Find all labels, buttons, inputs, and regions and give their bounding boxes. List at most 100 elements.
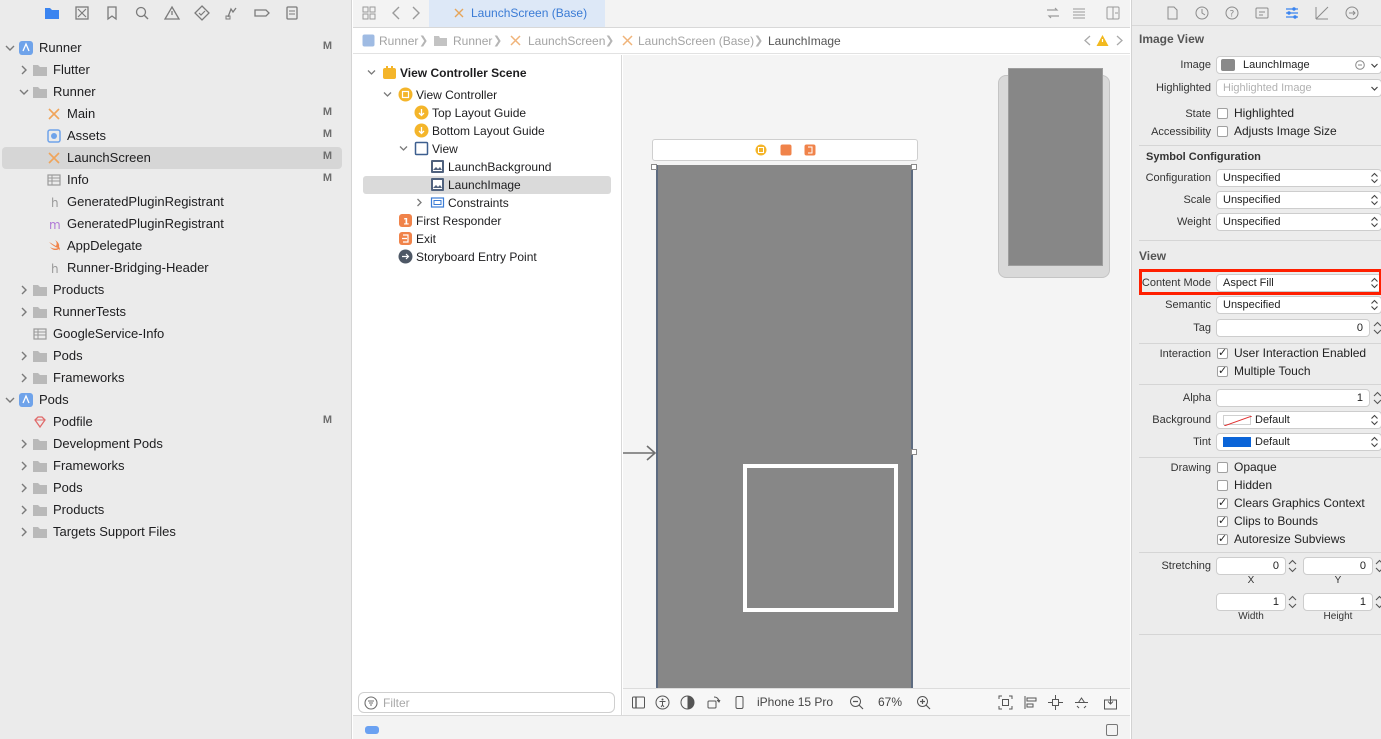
nav-item-pods-pods[interactable]: Pods	[2, 477, 342, 499]
chevron-right-icon[interactable]	[18, 504, 30, 516]
zoom-out-icon[interactable]	[849, 695, 864, 710]
checkbox[interactable]	[1217, 532, 1228, 545]
nav-item-pods-project[interactable]: Pods	[2, 389, 342, 411]
outline-item-view-controller-scene[interactable]: View Controller Scene	[363, 64, 611, 82]
connections-inspector-icon[interactable]	[1344, 5, 1360, 21]
nav-item-targets-support-files[interactable]: Targets Support Files	[2, 521, 342, 543]
add-constraints-icon[interactable]	[1048, 695, 1063, 710]
checkbox[interactable]	[1217, 126, 1228, 137]
weight-select[interactable]: Unspecified	[1216, 213, 1381, 231]
align-icon[interactable]	[1023, 695, 1038, 710]
minimap-viewport[interactable]	[1008, 68, 1103, 266]
source-control-icon[interactable]	[73, 4, 91, 22]
toggle-outline-icon[interactable]	[631, 695, 646, 710]
chevron-down-icon[interactable]	[1370, 82, 1379, 94]
stretch-width-field[interactable]: 1	[1216, 593, 1286, 611]
outline-item-exit[interactable]: Exit	[363, 230, 611, 248]
report-icon[interactable]	[283, 4, 301, 22]
breakpoint-icon[interactable]	[253, 4, 271, 22]
debug-icon[interactable]	[223, 4, 241, 22]
resize-handle[interactable]	[911, 449, 917, 455]
stretch-y-stepper[interactable]	[1374, 557, 1381, 575]
device-icon[interactable]	[732, 695, 747, 710]
chevron-down-icon[interactable]	[366, 67, 377, 78]
configuration-select[interactable]: Unspecified	[1216, 169, 1381, 187]
checkbox[interactable]	[1217, 364, 1228, 377]
filter-input[interactable]	[383, 695, 603, 710]
nav-item-generatedpluginregistrant-h[interactable]: h GeneratedPluginRegistrant	[2, 191, 342, 213]
checkbox[interactable]	[1217, 514, 1228, 527]
help-inspector-icon[interactable]: ?	[1224, 5, 1240, 21]
embed-in-icon[interactable]	[1103, 695, 1118, 710]
nav-item-launchscreen[interactable]: LaunchScreen M	[2, 147, 342, 169]
orientation-icon[interactable]	[706, 695, 721, 710]
add-editor-icon[interactable]	[1105, 5, 1121, 21]
chevron-down-icon[interactable]	[382, 89, 393, 100]
lines-icon[interactable]	[1071, 5, 1087, 21]
nav-item-runner-project[interactable]: Runner M	[2, 37, 342, 59]
chevron-down-icon[interactable]	[4, 394, 16, 406]
chevron-right-icon[interactable]	[18, 482, 30, 494]
checkbox[interactable]	[1217, 108, 1228, 119]
breadcrumb-item[interactable]: LaunchScreen (Base)	[638, 34, 754, 48]
nav-item-appdelegate[interactable]: AppDelegate	[2, 235, 342, 257]
folder-icon[interactable]	[43, 4, 61, 22]
resize-handle[interactable]	[911, 164, 917, 170]
stretch-height-field[interactable]: 1	[1303, 593, 1373, 611]
zoom-in-icon[interactable]	[916, 695, 931, 710]
device-name[interactable]: iPhone 15 Pro	[757, 695, 833, 709]
outline-item-constraints[interactable]: Constraints	[363, 194, 611, 212]
outline-item-launchbackground[interactable]: LaunchBackground	[363, 158, 611, 176]
outline-item-launchimage[interactable]: LaunchImage	[363, 176, 611, 194]
next-issue-icon[interactable]	[1112, 34, 1125, 47]
nav-item-runner-folder[interactable]: Runner	[2, 81, 342, 103]
nav-item-development-pods[interactable]: Development Pods	[2, 433, 342, 455]
nav-item-main[interactable]: Main M	[2, 103, 342, 125]
chevron-right-icon[interactable]	[18, 350, 30, 362]
launch-screen-view[interactable]	[656, 165, 913, 688]
update-frames-icon[interactable]	[998, 695, 1013, 710]
warning-icon[interactable]	[1096, 34, 1109, 47]
breadcrumb-item-current[interactable]: LaunchImage	[768, 34, 841, 48]
nav-item-info[interactable]: Info M	[2, 169, 342, 191]
test-icon[interactable]	[193, 4, 211, 22]
nav-item-assets[interactable]: Assets M	[2, 125, 342, 147]
nav-item-pods-folder[interactable]: Pods	[2, 345, 342, 367]
background-color-select[interactable]: Default	[1216, 411, 1381, 429]
chevron-down-icon[interactable]	[1370, 59, 1379, 71]
chevron-right-icon[interactable]	[18, 372, 30, 384]
breadcrumb-item[interactable]: Runner	[379, 34, 418, 48]
nav-item-pods-frameworks[interactable]: Frameworks	[2, 455, 342, 477]
swap-arrows-icon[interactable]	[1045, 5, 1061, 21]
launch-image-view[interactable]	[743, 464, 898, 612]
chevron-down-icon[interactable]	[18, 86, 30, 98]
alpha-field[interactable]: 1	[1216, 389, 1370, 407]
tint-color-select[interactable]: Default	[1216, 433, 1381, 451]
nav-item-pods-products[interactable]: Products	[2, 499, 342, 521]
nav-item-generatedpluginregistrant-m[interactable]: m GeneratedPluginRegistrant	[2, 213, 342, 235]
stretch-y-field[interactable]: 0	[1303, 557, 1373, 575]
scale-select[interactable]: Unspecified	[1216, 191, 1381, 209]
find-icon[interactable]	[133, 4, 151, 22]
chevron-right-icon[interactable]	[414, 197, 425, 208]
chevron-right-icon[interactable]	[18, 438, 30, 450]
outline-item-view[interactable]: View	[363, 140, 611, 158]
storyboard-canvas[interactable]	[623, 55, 1130, 688]
checkbox[interactable]	[1217, 462, 1228, 473]
debug-area-indicator[interactable]	[365, 726, 379, 734]
tag-stepper[interactable]	[1372, 319, 1381, 337]
accessibility-icon[interactable]	[655, 695, 670, 710]
stretch-height-stepper[interactable]	[1374, 593, 1381, 611]
alpha-stepper[interactable]	[1372, 389, 1381, 407]
appearance-icon[interactable]	[680, 695, 695, 710]
stretch-width-stepper[interactable]	[1287, 593, 1298, 611]
nav-item-frameworks[interactable]: Frameworks	[2, 367, 342, 389]
chevron-down-icon[interactable]	[4, 42, 16, 54]
stretch-x-field[interactable]: 0	[1216, 557, 1286, 575]
nav-item-podfile[interactable]: Podfile M	[2, 411, 342, 433]
view-controller-icon[interactable]	[755, 144, 767, 156]
toggle-debug-area-icon[interactable]	[1106, 724, 1118, 736]
chevron-right-icon[interactable]	[18, 526, 30, 538]
bookmark-icon[interactable]	[103, 4, 121, 22]
tag-field[interactable]: 0	[1216, 319, 1370, 337]
